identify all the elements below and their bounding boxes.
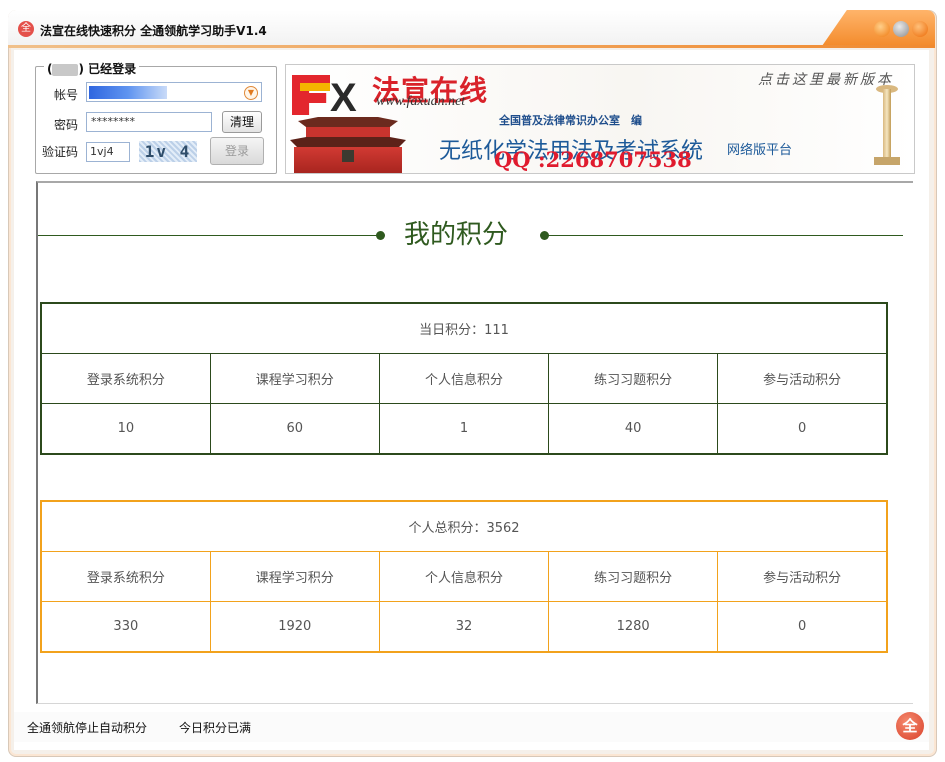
close-button[interactable] — [912, 21, 928, 37]
password-field[interactable]: ******** — [86, 112, 212, 132]
column-header: 登录系统积分 — [40, 353, 211, 404]
status-message-full: 今日积分已满 — [179, 721, 252, 735]
daily-points-table: 当日积分：111 登录系统积分 课程学习积分 个人信息积分 练习习题积分 参与活… — [40, 302, 888, 455]
column-header: 课程学习积分 — [209, 551, 380, 602]
column-header: 练习习题积分 — [548, 551, 719, 602]
daily-points-header: 当日积分：111 — [40, 302, 888, 354]
banner-qq-watermark: QQ :2268707538 — [494, 147, 692, 172]
window-title: 法宣在线快速积分 全通领航学习助手V1.4 — [40, 24, 267, 38]
column-header: 登录系统积分 — [40, 551, 211, 602]
clear-button[interactable]: 清理 — [222, 111, 262, 133]
table-cell: 1280 — [548, 601, 719, 653]
table-cell: 0 — [717, 601, 888, 653]
page-title: 我的积分 — [404, 220, 509, 250]
maximize-button[interactable] — [893, 21, 909, 37]
table-row: 330 1920 32 1280 0 — [40, 601, 888, 653]
faxuan-banner[interactable]: X 法宣在线 www.faxuan.net 点击这里最新版本 全国普及法律常识办… — [285, 64, 915, 174]
fx-logo-icon: X — [292, 75, 368, 118]
column-header: 个人信息积分 — [378, 551, 550, 602]
account-combobox[interactable]: ▼ — [86, 82, 262, 102]
column-header: 个人信息积分 — [378, 353, 550, 404]
status-message-auto: 全通领航停止自动积分 — [27, 721, 148, 735]
table-row: 登录系统积分 课程学习积分 个人信息积分 练习习题积分 参与活动积分 — [40, 353, 888, 404]
column-header: 参与活动积分 — [717, 551, 888, 602]
banner-office: 全国普及法律常识办公室 编 — [499, 114, 642, 127]
captcha-image[interactable]: 1v 4 — [139, 141, 197, 162]
table-cell: 32 — [378, 601, 550, 653]
table-cell: 0 — [717, 403, 888, 455]
captcha-input[interactable]: 1vj4 — [86, 142, 130, 162]
tiananmen-icon — [286, 103, 424, 173]
captcha-label: 验证码 — [42, 145, 79, 159]
login-button[interactable]: 登录 — [210, 137, 264, 165]
status-bar — [14, 712, 929, 742]
title-bar-underline — [8, 45, 935, 48]
banner-url: www.faxuan.net — [376, 94, 466, 109]
masked-username — [52, 63, 79, 76]
table-cell: 10 — [40, 403, 211, 455]
account-label: 帐号 — [54, 88, 79, 102]
table-cell: 330 — [40, 601, 211, 653]
table-cell: 1920 — [209, 601, 380, 653]
column-header: 练习习题积分 — [548, 353, 719, 404]
points-panel: 我的积分 当日积分：111 登录系统积分 课程学习积分 个人信息积分 练习习题积… — [36, 181, 913, 704]
account-value-masked — [89, 86, 167, 99]
password-label: 密码 — [54, 118, 79, 132]
app-window: 全 法宣在线快速积分 全通领航学习助手V1.4 () 已经登录 帐号 ▼ 密码 … — [0, 0, 945, 762]
table-cell: 1 — [378, 403, 550, 455]
table-cell: 40 — [548, 403, 719, 455]
legend-paren-close: ) — [78, 62, 84, 76]
login-status: () 已经登录 — [44, 60, 140, 77]
app-logo-icon: 全 — [18, 21, 34, 37]
login-status-label: 已经登录 — [88, 62, 137, 76]
table-row: 个人总积分：3562 — [40, 500, 888, 552]
chevron-down-icon[interactable]: ▼ — [244, 86, 258, 100]
minimize-button[interactable] — [874, 21, 890, 37]
heading-dot-left — [376, 231, 385, 240]
table-row: 登录系统积分 课程学习积分 个人信息积分 练习习题积分 参与活动积分 — [40, 551, 888, 602]
banner-network-edition: 网络版平台 — [727, 143, 793, 158]
column-header: 课程学习积分 — [209, 353, 380, 404]
table-row: 当日积分：111 — [40, 302, 888, 354]
total-points-table: 个人总积分：3562 登录系统积分 课程学习积分 个人信息积分 练习习题积分 参… — [40, 500, 888, 653]
pillar-icon — [874, 79, 900, 165]
table-row: 10 60 1 40 0 — [40, 403, 888, 455]
heading-rule-left — [38, 235, 379, 236]
heading-rule-right — [546, 235, 903, 236]
table-cell: 60 — [209, 403, 380, 455]
total-points-header: 个人总积分：3562 — [40, 500, 888, 552]
column-header: 参与活动积分 — [717, 353, 888, 404]
quantong-logo-icon[interactable]: 全 — [896, 712, 924, 740]
